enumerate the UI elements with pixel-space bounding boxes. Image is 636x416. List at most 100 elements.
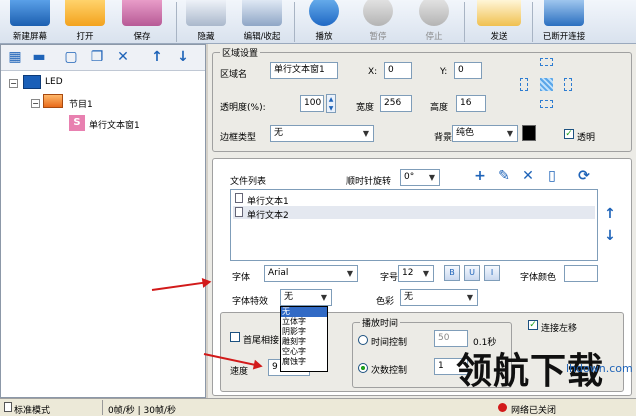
folder-icon xyxy=(65,0,105,26)
network-icon xyxy=(544,0,584,26)
font-effect-select[interactable]: 无 ▼ xyxy=(280,289,332,306)
program-icon xyxy=(43,94,63,108)
opacity-spinner[interactable]: ▲ ▼ xyxy=(326,94,336,113)
screen-icon[interactable]: ▬ xyxy=(31,49,47,65)
chevron-down-icon: ▼ xyxy=(428,173,436,182)
document-icon xyxy=(235,207,243,217)
rotate-select[interactable]: 0° ▼ xyxy=(400,169,440,186)
height-input[interactable]: 16 xyxy=(456,95,486,112)
film-icon[interactable]: ▦ xyxy=(7,49,23,65)
new-file-icon[interactable]: ▢ xyxy=(63,49,79,65)
tree-window-label[interactable]: 单行文本窗1 xyxy=(89,118,140,131)
tree-root-label[interactable]: LED xyxy=(45,77,63,87)
alignment-picker[interactable] xyxy=(518,56,574,110)
tail-connect-label: 首尾相接 xyxy=(243,336,280,346)
x-input[interactable]: 0 xyxy=(384,62,412,79)
bold-button[interactable]: B xyxy=(444,265,460,281)
center-align-icon[interactable] xyxy=(540,78,553,91)
dropdown-option[interactable]: 无 xyxy=(281,307,327,317)
dropdown-option[interactable]: 立体字 xyxy=(282,317,306,327)
disconnect-button[interactable]: 已断开连接 xyxy=(536,0,592,44)
trash-icon[interactable]: ▯ xyxy=(544,168,560,184)
border-type-value: 无 xyxy=(274,128,284,138)
font-select[interactable]: Arial ▼ xyxy=(264,265,358,282)
send-label: 发送 xyxy=(490,32,508,42)
background-label: 背景 xyxy=(434,133,453,143)
background-color-swatch[interactable] xyxy=(522,125,536,141)
edit-collapse-button[interactable]: 编辑/收起 xyxy=(234,0,290,44)
font-color-swatch[interactable] xyxy=(564,265,598,282)
play-label: 播放 xyxy=(315,32,333,42)
send-button[interactable]: 发送 xyxy=(468,0,530,44)
delete-icon[interactable]: ✕ xyxy=(520,168,536,184)
pencil-icon xyxy=(242,0,282,26)
dropdown-option[interactable]: 腐蚀字 xyxy=(282,357,306,367)
delete-icon[interactable]: ✕ xyxy=(115,49,131,65)
underline-button[interactable]: U xyxy=(464,265,480,281)
font-size-select[interactable]: 12 ▼ xyxy=(398,265,434,282)
speed-label: 速度 xyxy=(230,367,249,377)
bottom-align-icon[interactable] xyxy=(540,100,553,108)
arrow-up-icon[interactable]: ↑ xyxy=(149,49,165,65)
background-select[interactable]: 纯色 ▼ xyxy=(452,125,518,142)
time-input[interactable]: 50 xyxy=(434,330,468,347)
copy-icon[interactable]: ❐ xyxy=(89,49,105,65)
refresh-icon[interactable]: ⟳ xyxy=(576,168,592,184)
transparent-label: 透明 xyxy=(577,133,596,143)
play-button[interactable]: 播放 xyxy=(298,0,350,44)
chevron-down-icon: ▼ xyxy=(320,293,328,302)
save-button[interactable]: 保存 xyxy=(116,0,168,44)
border-type-label: 边框类型 xyxy=(220,133,257,143)
font-size-label: 字号 xyxy=(380,273,399,283)
status-separator xyxy=(102,400,103,415)
chevron-down-icon: ▼ xyxy=(362,129,370,138)
area-name-input[interactable]: 单行文本窗1 xyxy=(270,62,338,79)
dropdown-option[interactable]: 阴影字 xyxy=(282,327,306,337)
led-screen-icon xyxy=(23,75,41,89)
top-align-icon[interactable] xyxy=(540,58,553,66)
toolbar-separator xyxy=(464,2,465,42)
open-button[interactable]: 打开 xyxy=(60,0,110,44)
new-screen-label: 新建屏幕 xyxy=(12,32,47,42)
dropdown-option[interactable]: 空心字 xyxy=(282,347,306,357)
font-label: 字体 xyxy=(232,273,251,283)
font-value: Arial xyxy=(268,268,289,278)
file-list-item[interactable]: 单行文本2 xyxy=(247,208,289,221)
move-down-icon[interactable]: ↓ xyxy=(602,228,618,244)
pause-button[interactable]: 暂停 xyxy=(354,0,402,44)
tree-program-label[interactable]: 节目1 xyxy=(69,97,93,110)
arrow-down-icon[interactable]: ↓ xyxy=(175,49,191,65)
hide-button[interactable]: 隐藏 xyxy=(180,0,232,44)
font-effect-label: 字体特效 xyxy=(232,297,269,307)
width-input[interactable]: 256 xyxy=(380,95,412,112)
collapse-icon[interactable]: − xyxy=(31,99,40,108)
y-input[interactable]: 0 xyxy=(454,62,482,79)
rotate-value: 0° xyxy=(404,172,415,182)
connect-left-checkbox[interactable]: ✓ xyxy=(528,320,538,330)
file-list[interactable]: 单行文本1 单行文本2 xyxy=(230,189,598,261)
play-time-title: 播放时间 xyxy=(360,316,401,329)
new-screen-button[interactable]: 新建屏幕 xyxy=(2,0,58,44)
italic-button[interactable]: I xyxy=(484,265,500,281)
add-file-icon[interactable]: + xyxy=(472,168,488,184)
stop-button[interactable]: 停止 xyxy=(410,0,458,44)
border-type-select[interactable]: 无 ▼ xyxy=(270,125,374,142)
opacity-input[interactable]: 100 xyxy=(300,95,324,112)
collapse-icon[interactable]: − xyxy=(9,79,18,88)
right-align-icon[interactable] xyxy=(564,78,572,91)
time-control-radio[interactable] xyxy=(358,335,368,345)
tail-connect-checkbox[interactable] xyxy=(230,332,240,342)
x-label: X: xyxy=(368,67,378,77)
font-effect-dropdown[interactable]: 无 立体字 阴影字 雕刻字 空心字 腐蚀字 xyxy=(280,306,328,372)
count-control-radio[interactable] xyxy=(358,363,368,373)
color-select[interactable]: 无 ▼ xyxy=(400,289,478,306)
count-control-label: 次数控制 xyxy=(371,366,408,376)
floppy-icon xyxy=(122,0,162,26)
disconnect-label: 已断开连接 xyxy=(542,32,586,42)
move-up-icon[interactable]: ↑ xyxy=(602,206,618,222)
left-align-icon[interactable] xyxy=(520,78,528,91)
edit-icon[interactable]: ✎ xyxy=(496,168,512,184)
properties-panel: 区域设置 区域名 单行文本窗1 X: 0 Y: 0 透明度(%): 100 ▲ ▼… xyxy=(208,44,636,398)
transparent-checkbox[interactable]: ✓ xyxy=(564,129,574,139)
dropdown-option[interactable]: 雕刻字 xyxy=(282,337,306,347)
